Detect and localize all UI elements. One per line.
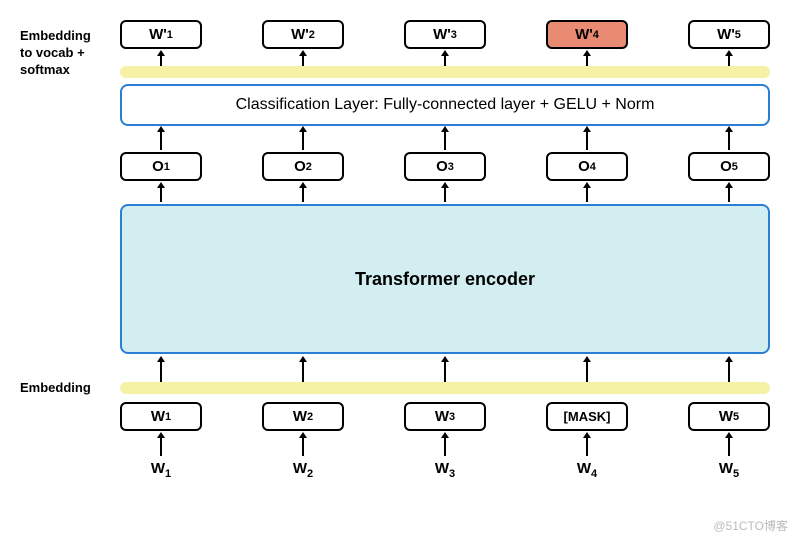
label-embedding-vocab-softmax: Embedding to vocab + softmax	[20, 28, 91, 79]
output-node-masked: W'4	[546, 20, 628, 49]
embedding-bar	[120, 382, 770, 394]
raw-token: W3	[404, 460, 486, 480]
input-token-node: W5	[688, 402, 770, 431]
label-embedding: Embedding	[20, 380, 91, 397]
output-node: W'5	[688, 20, 770, 49]
hidden-node: O3	[404, 152, 486, 181]
softmax-bar	[120, 66, 770, 78]
embedded-input-row: W1 W2 W3 [MASK] W5	[120, 402, 770, 431]
arrows-output	[120, 50, 770, 66]
hidden-node: O4	[546, 152, 628, 181]
arrows-hidden	[120, 182, 770, 202]
output-node: W'3	[404, 20, 486, 49]
input-token-node-mask: [MASK]	[546, 402, 628, 431]
hidden-node: O5	[688, 152, 770, 181]
watermark: @51CTO博客	[713, 517, 788, 534]
raw-token: W4	[546, 460, 628, 480]
output-row: W'1 W'2 W'3 W'4 W'5	[120, 20, 770, 49]
input-token-node: W2	[262, 402, 344, 431]
arrows-encoder-in	[120, 356, 770, 382]
hidden-node: O2	[262, 152, 344, 181]
raw-token: W1	[120, 460, 202, 480]
raw-token: W5	[688, 460, 770, 480]
output-node: W'1	[120, 20, 202, 49]
output-node: W'2	[262, 20, 344, 49]
raw-input-row: W1 W2 W3 W4 W5	[120, 460, 770, 480]
input-token-node: W1	[120, 402, 202, 431]
raw-token: W2	[262, 460, 344, 480]
bert-mlm-diagram: W'1 W'2 W'3 W'4 W'5 Embedding to vocab +…	[20, 20, 780, 522]
arrows-embed-in	[120, 432, 770, 456]
hidden-row: O1 O2 O3 O4 O5	[120, 152, 770, 181]
input-token-node: W3	[404, 402, 486, 431]
transformer-encoder: Transformer encoder	[120, 204, 770, 354]
hidden-node: O1	[120, 152, 202, 181]
classification-layer: Classification Layer: Fully-connected la…	[120, 84, 770, 126]
arrows-class	[120, 126, 770, 150]
